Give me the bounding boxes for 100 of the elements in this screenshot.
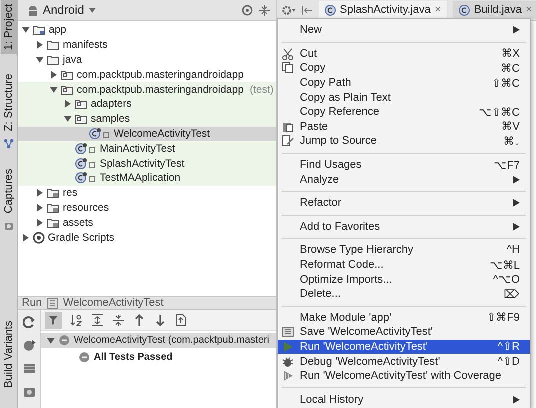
shortcut-label: ⌥⌘L xyxy=(490,258,520,272)
shortcut-label: ⌘C xyxy=(501,62,520,75)
menu-item[interactable]: Copy ⌘C xyxy=(278,61,530,76)
menu-item[interactable]: Copy Path ⇧⌘C xyxy=(278,76,530,90)
package-folder-icon xyxy=(61,84,74,96)
package-folder-icon xyxy=(61,68,74,81)
tree-item[interactable]: SplashActivityTest xyxy=(18,156,276,171)
copy-icon xyxy=(282,62,294,74)
sort-icon[interactable] xyxy=(70,314,83,326)
editor-tab[interactable]: Build.java × xyxy=(453,1,536,19)
editor-tab[interactable]: SplashActivity.java × xyxy=(319,1,448,19)
menu-item[interactable]: Make Module 'app' ⇧⌘F9 xyxy=(278,310,530,326)
menu-item[interactable]: Reformat Code... ⌥⌘L xyxy=(278,258,530,272)
tool-window-tab[interactable]: Build Variants xyxy=(0,316,16,392)
export-icon[interactable] xyxy=(175,314,188,326)
filter-icon[interactable] xyxy=(45,312,62,328)
shortcut-label: ^⇧R xyxy=(498,340,520,354)
shortcut-label: ⌘X xyxy=(502,47,520,60)
class-file-icon xyxy=(325,4,336,16)
collapse-all-icon[interactable] xyxy=(112,314,125,326)
down-arrow-icon[interactable] xyxy=(154,314,167,326)
run-config-name: WelcomeActivityTest xyxy=(63,297,164,309)
expanded-arrow-icon[interactable] xyxy=(22,26,30,34)
hide-panel-icon[interactable] xyxy=(302,4,313,16)
scissors-icon xyxy=(282,48,294,60)
structure-icon xyxy=(4,138,14,149)
paste-icon xyxy=(282,120,294,133)
bug-icon xyxy=(282,356,294,368)
tree-item[interactable]: com.packtpub.masteringandroidapp xyxy=(18,67,276,82)
collapse-icon[interactable] xyxy=(259,4,270,16)
edit-document-icon xyxy=(282,135,294,148)
tool-window-tab[interactable]: Z: Structure xyxy=(0,70,16,136)
test-class-icon xyxy=(75,172,97,184)
menu-item[interactable]: Paste ⌘V xyxy=(278,120,530,134)
up-arrow-icon[interactable] xyxy=(133,314,146,326)
tree-item[interactable]: java xyxy=(18,52,276,68)
tool-window-tab[interactable]: 1: Project xyxy=(0,0,16,54)
menu-item[interactable]: Cut ⌘X xyxy=(278,46,530,62)
panel-title: Run xyxy=(22,297,42,309)
shortcut-label: ⇧⌘F9 xyxy=(487,311,520,324)
menu-item[interactable]: Save 'WelcomeActivityTest' xyxy=(278,325,530,340)
camera-icon[interactable] xyxy=(22,385,36,398)
expanded-arrow-icon[interactable] xyxy=(64,115,72,124)
collapsed-arrow-icon[interactable] xyxy=(36,41,44,50)
dropdown-caret-icon xyxy=(89,8,96,12)
tree-item[interactable]: WelcomeActivityTest xyxy=(18,126,276,142)
gradle-icon xyxy=(33,232,45,244)
menu-item[interactable]: Jump to Source ⌘↓ xyxy=(278,134,530,149)
expanded-arrow-icon[interactable] xyxy=(36,56,44,64)
view-dropdown[interactable]: Android xyxy=(24,1,108,19)
camera-icon xyxy=(4,220,14,231)
menu-item[interactable]: New xyxy=(278,23,530,38)
menu-item[interactable]: Copy as Plain Text xyxy=(278,90,530,105)
tree-item[interactable]: samples xyxy=(18,112,276,127)
shortcut-label: ⌦ xyxy=(504,288,520,301)
menu-item[interactable]: Copy Reference ⌥⇧⌘C xyxy=(278,104,530,120)
menu-item[interactable]: Local History xyxy=(278,392,530,408)
tree-item[interactable]: Gradle Scripts xyxy=(18,230,276,245)
tree-item[interactable]: adapters xyxy=(18,96,276,112)
menu-item[interactable]: Browse Type Hierarchy ^H xyxy=(278,243,530,258)
tree-item[interactable]: app xyxy=(18,23,276,38)
package-folder-icon xyxy=(75,98,88,110)
menu-item[interactable]: Find Usages ⌥F7 xyxy=(278,158,530,172)
close-tab-button[interactable]: × xyxy=(434,4,442,16)
menu-item[interactable]: Delete... ⌦ xyxy=(278,286,530,302)
rerun-icon[interactable] xyxy=(22,316,36,329)
menu-item[interactable]: Run 'WelcomeActivityTest' with Coverage xyxy=(278,368,530,384)
grid-icon[interactable] xyxy=(22,362,36,375)
shortcut-label: ^H xyxy=(506,244,520,256)
test-class-icon xyxy=(89,128,111,140)
menu-item[interactable]: Optimize Imports... ^⌥O xyxy=(278,272,530,287)
menu-item[interactable]: Analyze xyxy=(278,172,530,187)
shortcut-label: ⇧⌘C xyxy=(492,76,520,90)
target-icon[interactable] xyxy=(242,4,253,16)
tree-item[interactable]: assets xyxy=(18,215,276,230)
tree-item[interactable]: MainActivityTest xyxy=(18,141,276,156)
test-result-item[interactable]: WelcomeActivityTest (com.packtpub.masteri xyxy=(41,333,276,348)
folder-icon xyxy=(47,54,60,66)
tree-item[interactable]: com.packtpub.masteringandroidapp (test) xyxy=(18,82,276,97)
tool-window-tab[interactable]: Captures xyxy=(0,164,16,218)
tree-item[interactable]: manifests xyxy=(18,38,276,53)
expanded-arrow-icon[interactable] xyxy=(47,336,55,344)
test-result-item[interactable]: All Tests Passed xyxy=(41,350,276,365)
tree-item[interactable]: resources xyxy=(18,200,276,216)
package-folder-icon xyxy=(75,113,88,126)
test-passed-icon xyxy=(79,352,90,363)
tree-item[interactable]: res xyxy=(18,186,276,201)
collapsed-arrow-icon[interactable] xyxy=(50,70,58,79)
menu-item[interactable]: Run 'WelcomeActivityTest' ^⇧R xyxy=(278,340,530,354)
menu-item[interactable]: Add to Favorites xyxy=(278,220,530,234)
shortcut-label: ⌥F7 xyxy=(494,158,520,172)
resource-folder-icon xyxy=(47,216,60,229)
scope-label: (test) xyxy=(250,84,274,96)
expand-all-icon[interactable] xyxy=(91,314,104,326)
menu-item[interactable]: Debug 'WelcomeActivityTest' ^⇧D xyxy=(278,354,530,369)
tree-item[interactable]: TestMAAplication xyxy=(18,170,276,186)
collapsed-arrow-icon[interactable] xyxy=(64,100,72,108)
expanded-arrow-icon[interactable] xyxy=(50,86,58,94)
menu-item[interactable]: Refactor xyxy=(278,196,530,211)
folder-icon xyxy=(47,39,60,52)
